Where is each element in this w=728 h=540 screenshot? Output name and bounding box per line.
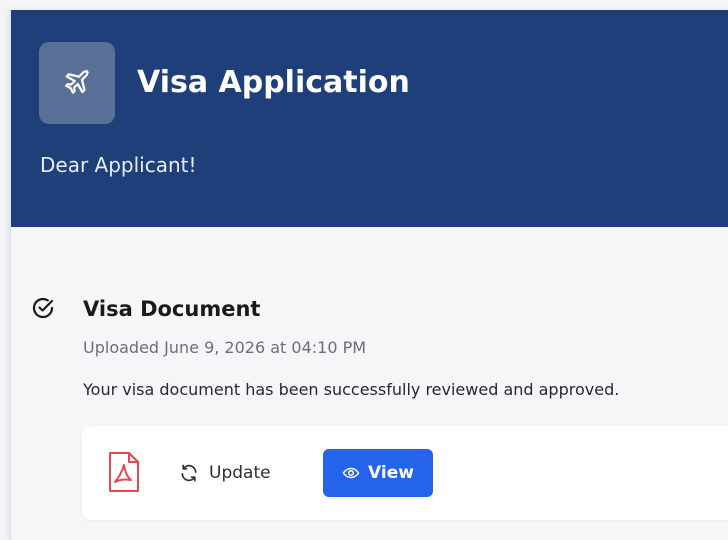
airplane-icon-tile (39, 42, 115, 124)
airplane-icon (65, 69, 89, 94)
greeting-text: Dear Applicant! (40, 153, 197, 177)
document-status-message: Your visa document has been successfully… (83, 380, 620, 399)
document-title: Visa Document (83, 297, 261, 321)
pdf-file-icon[interactable] (107, 451, 141, 493)
update-button[interactable]: Update (179, 456, 271, 490)
header-banner: Visa Application Dear Applicant! (11, 10, 728, 227)
view-button[interactable]: View (323, 449, 433, 497)
page-title: Visa Application (137, 65, 410, 100)
check-circle-icon (32, 297, 54, 319)
view-button-label: View (368, 463, 414, 483)
eye-icon (342, 467, 360, 479)
update-button-label: Update (209, 463, 271, 483)
refresh-icon (181, 464, 197, 482)
upload-timestamp: Uploaded June 9, 2026 at 04:10 PM (83, 338, 367, 357)
document-action-bar: Update View (82, 426, 728, 520)
visa-application-card: Visa Application Dear Applicant! Visa Do… (10, 10, 728, 540)
